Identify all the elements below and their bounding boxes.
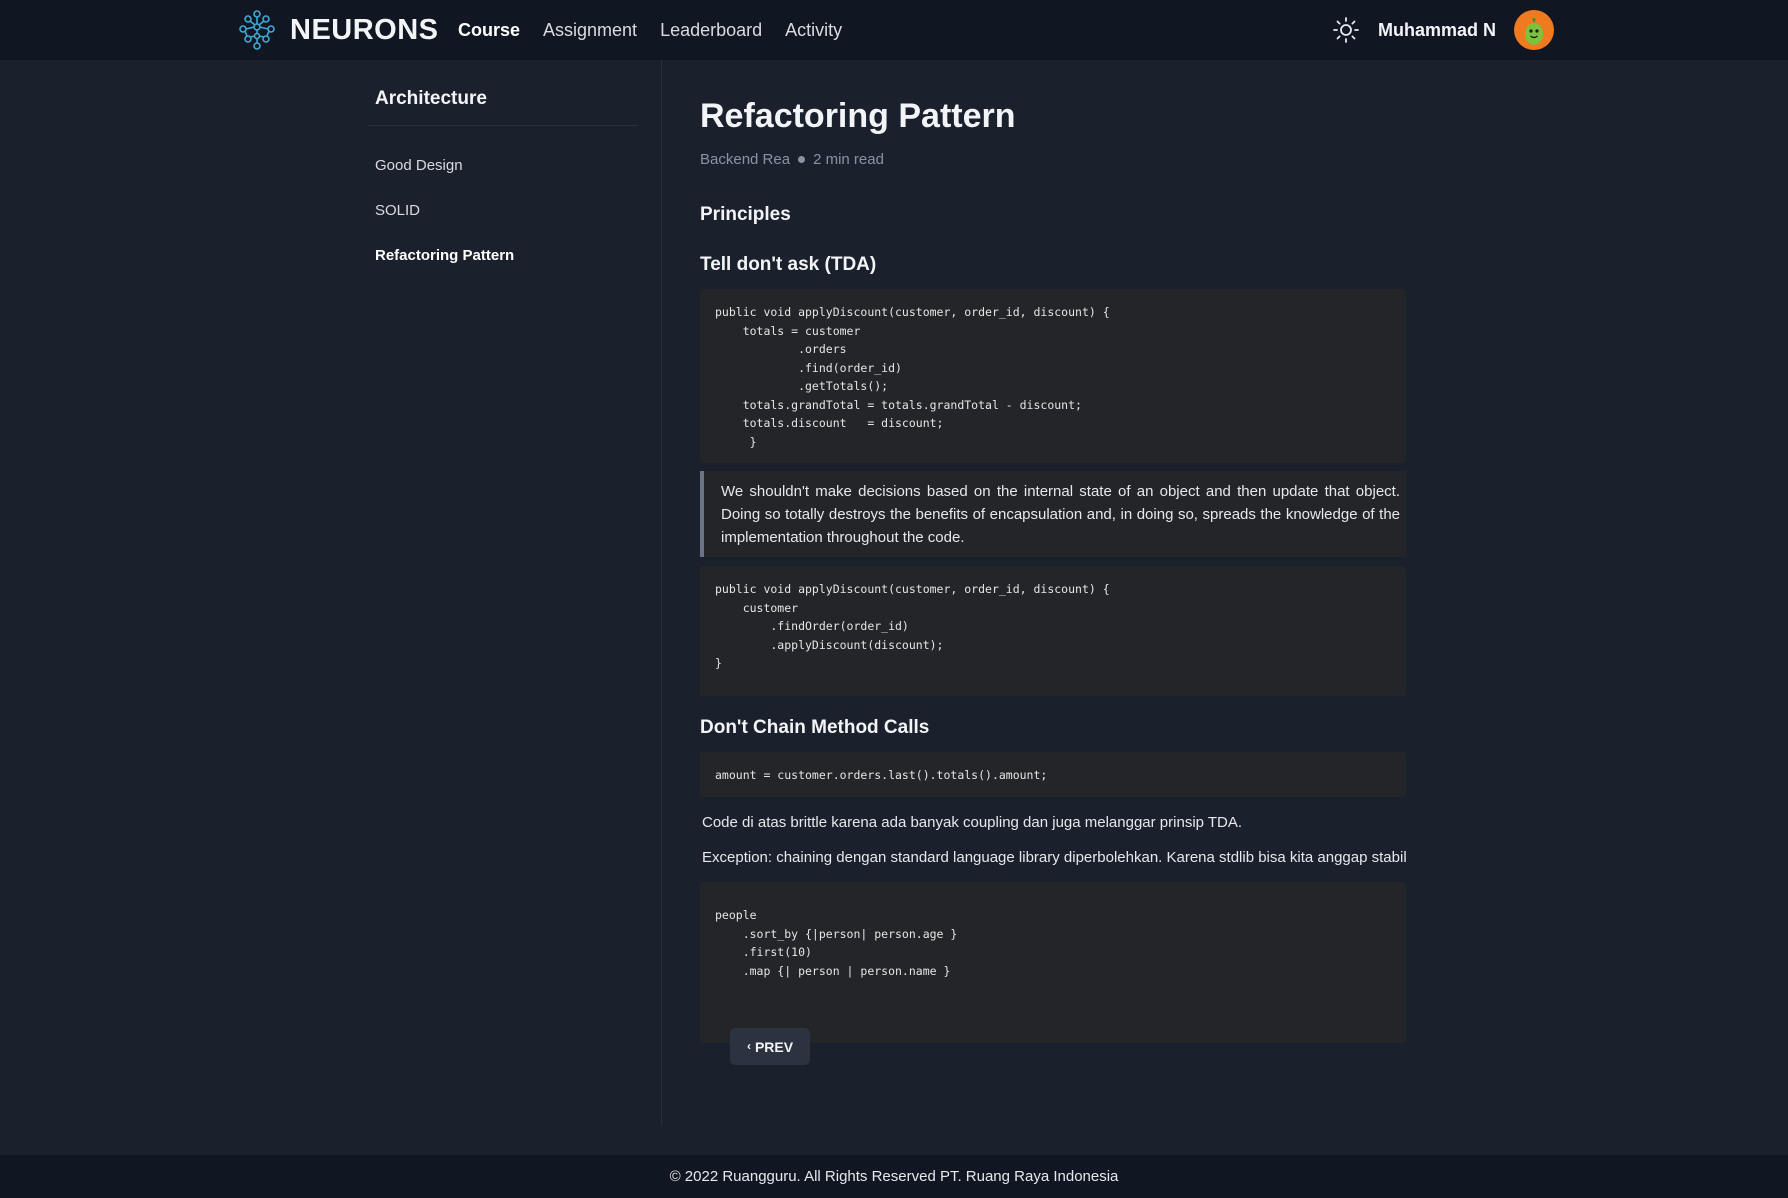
article-meta: Backend Rea 2 min read [700,151,884,168]
heading-tda: Tell don't ask (TDA) [700,254,877,275]
neuron-network-icon [239,10,275,50]
meta-separator-dot [798,156,806,163]
blockquote-encapsulation: We shouldn't make decisions based on the… [700,471,1406,557]
prev-button-label: PREV [754,1038,794,1055]
nav-leaderboard[interactable]: Leaderboard [660,20,762,41]
sidebar-item-solid[interactable]: SOLID [375,188,635,233]
sidebar-title: Architecture [375,88,487,109]
heading-chain-calls: Don't Chain Method Calls [700,717,930,738]
footer-copyright: © 2022 Ruangguru. All Rights Reserved PT… [669,1168,1119,1185]
main-nav: Course Assignment Leaderboard Activity [458,0,865,60]
read-time: 2 min read [813,151,884,168]
article-author: Backend Rea [700,151,791,168]
code-block-chain: amount = customer.orders.last().totals()… [700,752,1406,797]
user-area: Muhammad N [1332,0,1554,60]
footer: © 2022 Ruangguru. All Rights Reserved PT… [0,1155,1788,1198]
brand[interactable]: NEURONS [238,9,439,51]
sidebar-list: Good Design SOLID Refactoring Pattern [375,143,635,278]
sun-icon[interactable] [1332,16,1360,44]
code-block-tda-bad: public void applyDiscount(customer, orde… [700,289,1406,463]
avatar[interactable] [1514,10,1554,50]
brand-name: NEURONS [290,13,439,46]
page-title: Refactoring Pattern [700,97,1016,135]
top-navbar: NEURONS Course Assignment Leaderboard Ac… [0,0,1788,60]
chevron-left-icon: ‹ [746,1038,751,1053]
heading-principles: Principles [700,204,791,225]
paragraph-brittle: Code di atas brittle karena ada banyak c… [702,814,1243,831]
sidebar-item-good-design[interactable]: Good Design [375,143,635,188]
code-block-tda-good: public void applyDiscount(customer, orde… [700,566,1406,696]
avatar-character-icon [1525,18,1543,45]
sidebar-item-refactoring-pattern[interactable]: Refactoring Pattern [375,233,635,278]
code-block-stdlib: people .sort_by {|person| person.age } .… [700,882,1406,1043]
nav-course[interactable]: Course [458,20,520,41]
sidebar-divider [368,125,638,126]
nav-assignment[interactable]: Assignment [543,20,637,41]
sidebar-separator [661,60,662,1125]
user-name[interactable]: Muhammad N [1378,20,1496,41]
prev-button[interactable]: ‹ PREV [730,1028,810,1065]
paragraph-exception: Exception: chaining dengan standard lang… [702,849,1407,866]
nav-activity[interactable]: Activity [785,20,842,41]
